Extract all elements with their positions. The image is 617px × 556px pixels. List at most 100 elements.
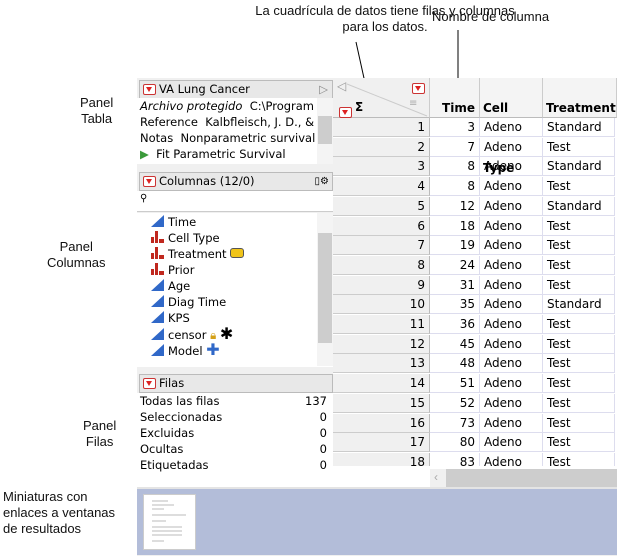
column-header-treatment[interactable]: Treatment [543,78,617,118]
cell-treatment[interactable]: Test [543,354,615,374]
columns-scrollbar[interactable] [317,213,333,366]
cell-treatment[interactable]: Standard [543,295,615,315]
cell-treatment[interactable]: Test [543,275,615,295]
row-state-item[interactable]: Seleccionadas 0 [137,409,333,425]
cell-cell-type[interactable]: Adeno [480,275,543,295]
collapse-arrow-icon[interactable]: ▷ [319,81,328,98]
row-number[interactable]: 17 [333,433,430,453]
row-number[interactable]: 7 [333,236,430,256]
cell-time[interactable]: 51 [430,374,480,394]
cell-cell-type[interactable]: Adeno [480,118,543,137]
row-state-item[interactable]: Excluidas 0 [137,425,333,441]
cell-treatment[interactable]: Test [543,177,615,197]
cell-time[interactable]: 52 [430,393,480,413]
cell-treatment[interactable]: Test [543,452,615,466]
scroll-left-icon[interactable]: ‹ [434,470,438,484]
cell-treatment[interactable]: Test [543,433,615,453]
cell-treatment[interactable]: Test [543,236,615,256]
cell-cell-type[interactable]: Adeno [480,452,543,466]
cell-treatment[interactable]: Standard [543,157,615,177]
column-item[interactable]: Diag Time [137,294,333,310]
row-number[interactable]: 11 [333,315,430,334]
cell-time[interactable]: 73 [430,413,480,433]
column-search-input[interactable] [153,193,327,210]
column-item[interactable]: Model ✚ [137,342,333,358]
cell-treatment[interactable]: Test [543,374,615,394]
report-thumbnail[interactable] [143,494,196,550]
row-number[interactable]: 4 [333,177,430,197]
cell-treatment[interactable]: Test [543,216,615,236]
row-state-item[interactable]: Todas las filas 137 [137,393,333,409]
red-triangle-icon[interactable] [143,176,156,187]
cell-cell-type[interactable]: Adeno [480,216,543,236]
cell-time[interactable]: 3 [430,118,480,137]
cell-cell-type[interactable]: Adeno [480,393,543,413]
cell-cell-type[interactable]: Adeno [480,315,543,334]
column-item[interactable]: Prior [137,262,333,278]
row-number[interactable]: 10 [333,295,430,315]
cell-cell-type[interactable]: Adeno [480,295,543,315]
cell-treatment[interactable]: Test [543,413,615,433]
table-panel-header[interactable]: VA Lung Cancer ▷ [139,80,333,99]
horizontal-scrollbar[interactable]: ‹ [430,469,617,487]
column-item[interactable]: Time [137,214,333,230]
row-number[interactable]: 5 [333,196,430,216]
cell-cell-type[interactable]: Adeno [480,354,543,374]
red-triangle-icon[interactable] [143,84,156,95]
cell-treatment[interactable]: Test [543,137,615,157]
cell-time[interactable]: 18 [430,216,480,236]
cell-time[interactable]: 7 [430,137,480,157]
cell-time[interactable]: 24 [430,255,480,275]
column-item[interactable]: Cell Type [137,230,333,246]
cell-cell-type[interactable]: Adeno [480,157,543,177]
row-number[interactable]: 6 [333,216,430,236]
cell-cell-type[interactable]: Adeno [480,374,543,394]
cell-time[interactable]: 12 [430,196,480,216]
row-number[interactable]: 13 [333,354,430,374]
cell-treatment[interactable]: Standard [543,118,615,137]
cell-time[interactable]: 80 [430,433,480,453]
play-icon[interactable]: ▶ [140,147,149,161]
rows-panel-header[interactable]: Filas [139,374,333,393]
column-item[interactable]: Treatment [137,246,333,262]
table-property[interactable]: Reference Kalbfleisch, J. D., & [137,114,333,130]
row-state-item[interactable]: Etiquetadas 0 [137,457,333,473]
column-settings-icon[interactable]: ▯⚙ [315,173,329,190]
row-number[interactable]: 2 [333,137,430,157]
cell-treatment[interactable]: Test [543,255,615,275]
table-panel-scrollbar[interactable] [317,98,333,164]
cell-treatment[interactable]: Test [543,393,615,413]
red-triangle-icon[interactable] [143,378,156,389]
cell-cell-type[interactable]: Adeno [480,334,543,354]
columns-panel-header[interactable]: Columnas (12/0) ▯⚙ [139,172,333,191]
cell-cell-type[interactable]: Adeno [480,255,543,275]
row-state-item[interactable]: Ocultas 0 [137,441,333,457]
scroll-thumb[interactable] [446,469,617,487]
cell-time[interactable]: 45 [430,334,480,354]
column-header-cell-type[interactable]: Cell Type [480,78,543,175]
cell-cell-type[interactable]: Adeno [480,137,543,157]
row-number[interactable]: 3 [333,157,430,177]
row-number[interactable]: 16 [333,413,430,433]
cell-cell-type[interactable]: Adeno [480,236,543,256]
table-script[interactable]: ▶ Fit Parametric Survival [137,146,333,162]
row-number[interactable]: 8 [333,255,430,275]
cell-time[interactable]: 48 [430,354,480,374]
cell-time[interactable]: 19 [430,236,480,256]
table-property[interactable]: Archivo protegido C:\Program [137,98,333,114]
row-number[interactable]: 12 [333,334,430,354]
cell-treatment[interactable]: Test [543,334,615,354]
cell-cell-type[interactable]: Adeno [480,433,543,453]
cell-time[interactable]: 8 [430,157,480,177]
column-item[interactable]: censor 🔒︎ ✱ [137,326,333,342]
cell-cell-type[interactable]: Adeno [480,177,543,197]
cell-time[interactable]: 8 [430,177,480,197]
cell-cell-type[interactable]: Adeno [480,196,543,216]
table-property[interactable]: Notas Nonparametric survival [137,130,333,146]
row-number[interactable]: 1 [333,118,430,137]
cell-treatment[interactable]: Standard [543,196,615,216]
row-number[interactable]: 18 [333,452,430,466]
cell-treatment[interactable]: Test [543,315,615,334]
cell-time[interactable]: 35 [430,295,480,315]
row-number[interactable]: 9 [333,275,430,295]
